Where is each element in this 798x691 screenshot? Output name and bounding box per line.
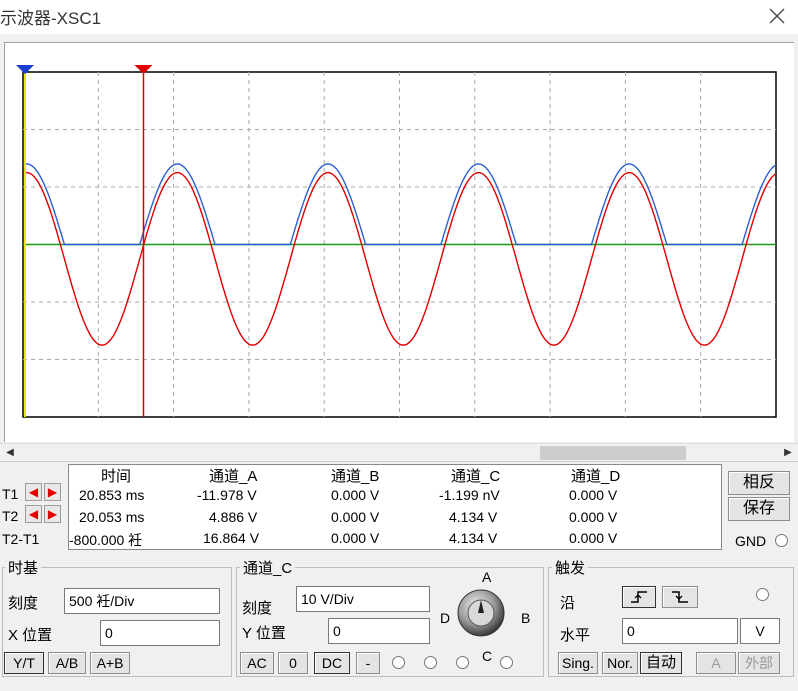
timebase-title: 时基 [5, 557, 42, 578]
trigger-source-a-button[interactable]: A [696, 652, 736, 674]
t1-channel-c: -1.199 nV [439, 487, 500, 503]
t2-channel-d: 0.000 V [569, 509, 618, 525]
mode-ab-button[interactable]: A/B [48, 652, 86, 674]
y-position-field[interactable]: 0 [328, 618, 430, 644]
header-channel-b: 通道_B [331, 468, 380, 485]
falling-edge-icon [672, 591, 688, 603]
gnd-label: GND [735, 533, 767, 549]
header-channel-a: 通道_A [209, 468, 258, 485]
channel-radio-3[interactable] [456, 656, 469, 669]
header-channel-c: 通道_C [451, 468, 501, 485]
header-time: 时间 [101, 468, 132, 485]
invert-button[interactable]: - [356, 652, 380, 674]
header-channel-d: 通道_D [571, 468, 621, 485]
knob-label-a: A [482, 569, 492, 585]
t2-t1-channel-d: 0.000 V [569, 530, 618, 546]
scope-canvas[interactable] [5, 43, 795, 443]
knob-label-c: C [482, 648, 493, 664]
save-button[interactable]: 保存 [728, 497, 790, 521]
channel-radio-4[interactable] [500, 656, 513, 669]
t1-right-arrow-icon[interactable]: ▶ [44, 483, 61, 501]
t2-t1-channel-a: 16.864 V [203, 530, 260, 546]
channel-title: 通道_C [240, 557, 296, 578]
mode-aplusb-button[interactable]: A+B [90, 652, 130, 674]
trigger-level-label: 水平 [560, 627, 591, 644]
trigger-radio[interactable] [756, 588, 769, 601]
close-button[interactable] [764, 4, 790, 28]
close-icon [769, 8, 785, 24]
t2-t1-time: -800.000 衽 [69, 532, 143, 548]
gnd-radio[interactable] [775, 534, 788, 547]
t2-t1-channel-b: 0.000 V [331, 530, 380, 546]
t2-time: 20.053 ms [79, 509, 145, 525]
coupling-zero-button[interactable]: 0 [278, 652, 308, 674]
readout-panel: 时间 通道_A 通道_B 通道_C 通道_D 20.853 ms -11.978… [68, 464, 722, 550]
edge-label: 沿 [560, 595, 576, 612]
t1-time: 20.853 ms [79, 487, 145, 503]
trigger-single-button[interactable]: Sing. [558, 652, 598, 674]
t1-left-arrow-icon[interactable]: ◀ [25, 483, 42, 501]
trigger-level-unit[interactable]: V [740, 618, 780, 644]
t2-t1-label: T2-T1 [2, 531, 40, 547]
t2-channel-a: 4.886 V [209, 509, 258, 525]
t2-right-arrow-icon[interactable]: ▶ [44, 505, 61, 523]
trigger-normal-button[interactable]: Nor. [602, 652, 638, 674]
oscilloscope-display [4, 42, 794, 442]
t1-channel-b: 0.000 V [331, 487, 380, 503]
scroll-left-icon[interactable]: ◀ [2, 446, 18, 460]
coupling-ac-button[interactable]: AC [240, 652, 274, 674]
reverse-button[interactable]: 相反 [728, 471, 790, 495]
scroll-right-icon[interactable]: ▶ [780, 446, 796, 460]
t2-left-arrow-icon[interactable]: ◀ [25, 505, 42, 523]
t2-channel-b: 0.000 V [331, 509, 380, 525]
knob-label-b: B [521, 610, 531, 626]
window-title: 示波器-XSC1 [0, 9, 102, 28]
knob-label-d: D [440, 610, 451, 626]
t2-channel-c: 4.134 V [449, 509, 498, 525]
trigger-external-button[interactable]: 外部 [738, 652, 780, 674]
t1-label: T1 [2, 486, 19, 502]
timebase-scale-label: 刻度 [8, 595, 39, 612]
y-position-label: Y 位置 [242, 625, 286, 642]
trigger-auto-button[interactable]: 自动 [640, 652, 682, 674]
t2-t1-channel-c: 4.134 V [449, 530, 498, 546]
timebase-scale-field[interactable]: 500 衽/Div [64, 588, 220, 614]
channel-radio-1[interactable] [392, 656, 405, 669]
channel-radio-2[interactable] [424, 656, 437, 669]
coupling-dc-button[interactable]: DC [314, 652, 350, 674]
x-position-field[interactable]: 0 [100, 620, 220, 646]
rising-edge-button[interactable] [622, 586, 656, 608]
scroll-thumb[interactable] [540, 446, 686, 460]
t1-channel-d: 0.000 V [569, 487, 618, 503]
t1-channel-a: -11.978 V [197, 487, 257, 503]
t2-label: T2 [2, 508, 19, 524]
channel-scale-label: 刻度 [242, 600, 273, 617]
trigger-title: 触发 [552, 557, 589, 578]
trigger-level-field[interactable]: 0 [622, 618, 738, 644]
rising-edge-icon [631, 591, 647, 603]
channel-scale-field[interactable]: 10 V/Div [296, 586, 430, 612]
title-bar: 示波器-XSC1 [0, 0, 798, 34]
falling-edge-button[interactable] [662, 586, 698, 608]
channel-selector-knob-icon[interactable] [456, 588, 506, 638]
horizontal-scrollbar[interactable]: ◀ ▶ [0, 443, 798, 462]
mode-yt-button[interactable]: Y/T [4, 652, 44, 674]
x-position-label: X 位置 [8, 627, 53, 644]
